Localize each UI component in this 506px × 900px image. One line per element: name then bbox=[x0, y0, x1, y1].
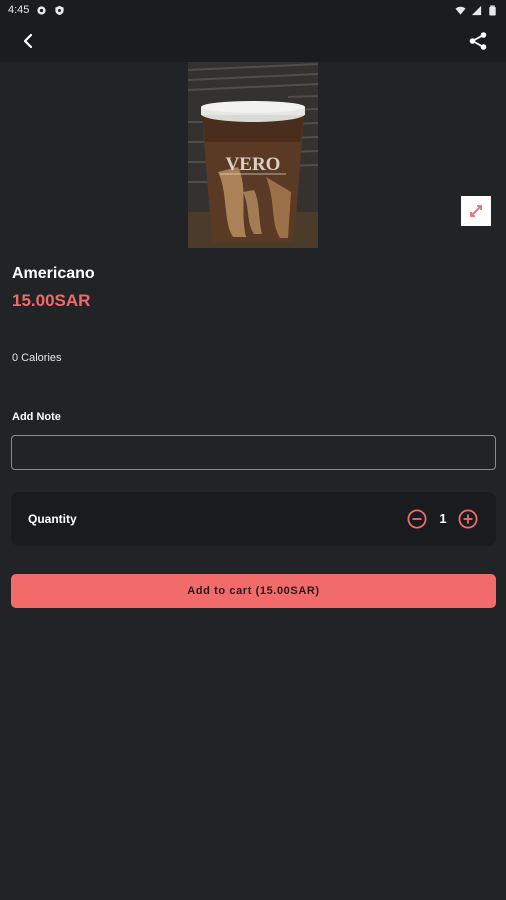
expand-image-button[interactable] bbox=[461, 196, 491, 226]
shield-icon bbox=[55, 5, 65, 15]
add-note-label: Add Note bbox=[12, 411, 61, 423]
expand-icon bbox=[470, 205, 482, 217]
quantity-value: 1 bbox=[439, 511, 447, 526]
status-bar: 4:45 bbox=[0, 0, 506, 20]
signal-icon bbox=[471, 5, 482, 15]
app-bar bbox=[0, 20, 506, 62]
wifi-icon bbox=[455, 6, 466, 15]
product-name: Americano bbox=[12, 265, 95, 282]
quantity-card: Quantity 1 bbox=[11, 492, 496, 546]
back-arrow-icon[interactable] bbox=[16, 29, 40, 53]
plus-circle-icon[interactable] bbox=[458, 509, 478, 529]
battery-icon bbox=[489, 4, 496, 16]
quantity-label: Quantity bbox=[28, 512, 77, 526]
minus-circle-icon[interactable] bbox=[407, 509, 427, 529]
status-time: 4:45 bbox=[8, 4, 30, 16]
settings-icon bbox=[37, 5, 47, 15]
product-price: 15.00SAR bbox=[12, 291, 91, 310]
share-icon[interactable] bbox=[466, 29, 490, 53]
calories-text: 0 Calories bbox=[12, 352, 62, 364]
add-to-cart-button[interactable]: Add to cart (15.00SAR) bbox=[11, 574, 496, 608]
note-input[interactable] bbox=[11, 435, 496, 470]
cup-brand-text: VERO bbox=[226, 154, 281, 175]
product-image: VERO bbox=[188, 62, 318, 248]
